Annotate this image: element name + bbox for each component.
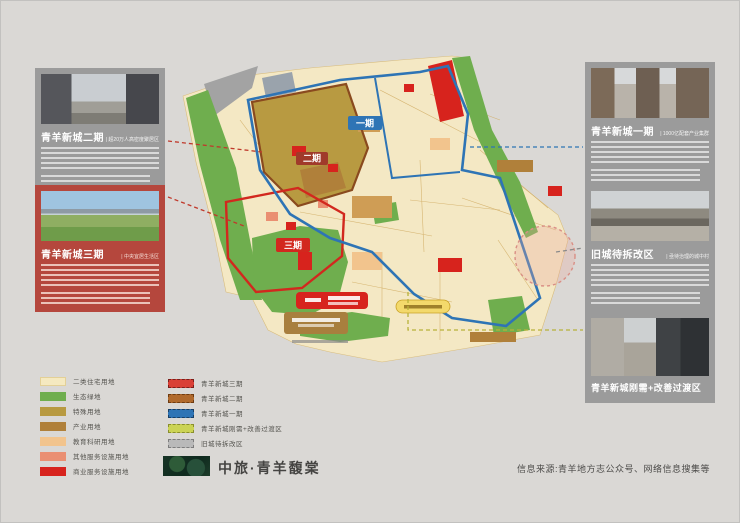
phase1-label: 一期: [356, 118, 374, 129]
info-source-text: 信息来源:青羊地方志公众号、网络信息搜集等: [517, 462, 710, 475]
brand-logo-image: [163, 456, 210, 476]
phase3-photo: [41, 191, 159, 241]
card-subtitle: | 中央宜居生活区: [121, 253, 159, 260]
card-title: 青羊新城一期: [591, 123, 654, 138]
phase2-label: 二期: [303, 153, 321, 164]
legend-label: 商业服务设施用地: [73, 466, 129, 476]
oldtown-circle: [515, 226, 575, 286]
legend-label: 青羊新城刚需+改善过渡区: [201, 423, 282, 433]
legend-item-other-service: 其他服务设施用地: [40, 451, 129, 461]
legend-item-industry: 产业用地: [40, 421, 101, 431]
legend-label: 旧城待拆改区: [201, 438, 243, 448]
card-title: 青羊新城二期: [41, 129, 104, 144]
brand-logo-text: 中旅·青羊馥棠: [218, 458, 321, 478]
callout-card-phase2: 青羊新城二期 | 超20万人高密度聚居区: [35, 68, 165, 195]
legend-item-special: 特殊用地: [40, 406, 101, 416]
card-title: 旧城待拆改区: [591, 246, 654, 261]
phase2-photo: [41, 74, 159, 124]
card-bodytext-bars: [41, 147, 159, 170]
legend-label: 其他服务设施用地: [73, 451, 129, 461]
legend-item-oldtown: 旧城待拆改区: [168, 438, 243, 448]
legend-label: 二类住宅用地: [73, 376, 115, 386]
legend-label: 特殊用地: [73, 406, 101, 416]
legend-swatch: [40, 377, 66, 386]
callout-card-transition: 青羊新城刚需+改善过渡区: [585, 312, 715, 403]
card-bodytext-bars: [591, 292, 700, 305]
red-banner-textbar: [328, 296, 360, 300]
legend-swatch: [40, 467, 66, 476]
red-banner-textbar: [305, 298, 321, 302]
legend-swatch: [40, 437, 66, 446]
card-title: 青羊新城刚需+改善过渡区: [591, 381, 701, 394]
legend-swatch: [40, 392, 66, 401]
legend-item-commercial: 商业服务设施用地: [40, 466, 129, 476]
legend-swatch: [40, 452, 66, 461]
card-subtitle: | 超20万人高密度聚居区: [106, 136, 159, 143]
brown-box: [284, 312, 348, 334]
card-bodytext-bars: [41, 264, 159, 287]
card-bodytext-bars: [41, 292, 150, 305]
legend-item-eco-green: 生态绿地: [40, 391, 101, 401]
legend-label: 青羊新城三期: [201, 378, 243, 388]
brown-box-textbar: [298, 324, 334, 327]
phase1-photo: [591, 68, 709, 118]
legend-swatch: [40, 407, 66, 416]
legend-swatch: [168, 379, 194, 388]
legend-swatch: [168, 394, 194, 403]
legend-item-phase3: 青羊新城三期: [168, 378, 243, 388]
legend-swatch: [168, 439, 194, 448]
yellow-pill-textbar: [404, 305, 442, 309]
legend-label: 产业用地: [73, 421, 101, 431]
card-title: 青羊新城三期: [41, 246, 104, 261]
legend-swatch: [40, 422, 66, 431]
red-banner-textbar: [328, 302, 358, 305]
legend-swatch: [168, 424, 194, 433]
card-subtitle: | 1000亿配套产业集群: [660, 130, 709, 137]
legend-item-residential: 二类住宅用地: [40, 376, 115, 386]
oldtown-photo: [591, 191, 709, 241]
card-bodytext-bars: [591, 264, 709, 287]
map-caption-textbar: [292, 340, 348, 343]
callout-card-phase3: 青羊新城三期 | 中央宜居生活区: [35, 185, 165, 312]
transition-photo: [591, 318, 709, 376]
brown-box-textbar: [292, 318, 340, 322]
legend-label: 青羊新城二期: [201, 393, 243, 403]
legend-label: 青羊新城一期: [201, 408, 243, 418]
callout-card-oldtown: 旧城待拆改区 | 亟待治理的城中村: [585, 185, 715, 312]
legend-label: 生态绿地: [73, 391, 101, 401]
card-subtitle: | 亟待治理的城中村: [666, 253, 709, 260]
legend-swatch: [168, 409, 194, 418]
legend-item-transition: 青羊新城刚需+改善过渡区: [168, 423, 282, 433]
legend-item-phase2: 青羊新城二期: [168, 393, 243, 403]
phase3-label: 三期: [284, 240, 302, 251]
poster-page: 一期 二期 三期 青羊新城二期 | 超20万人高密度聚居区 青羊新城三期 | 中…: [0, 0, 740, 523]
legend-item-education: 教育科研用地: [40, 436, 115, 446]
legend-item-phase1: 青羊新城一期: [168, 408, 243, 418]
callout-card-phase1: 青羊新城一期 | 1000亿配套产业集群: [585, 62, 715, 189]
card-bodytext-bars: [591, 141, 709, 164]
card-bodytext-bars: [591, 169, 700, 182]
legend-label: 教育科研用地: [73, 436, 115, 446]
